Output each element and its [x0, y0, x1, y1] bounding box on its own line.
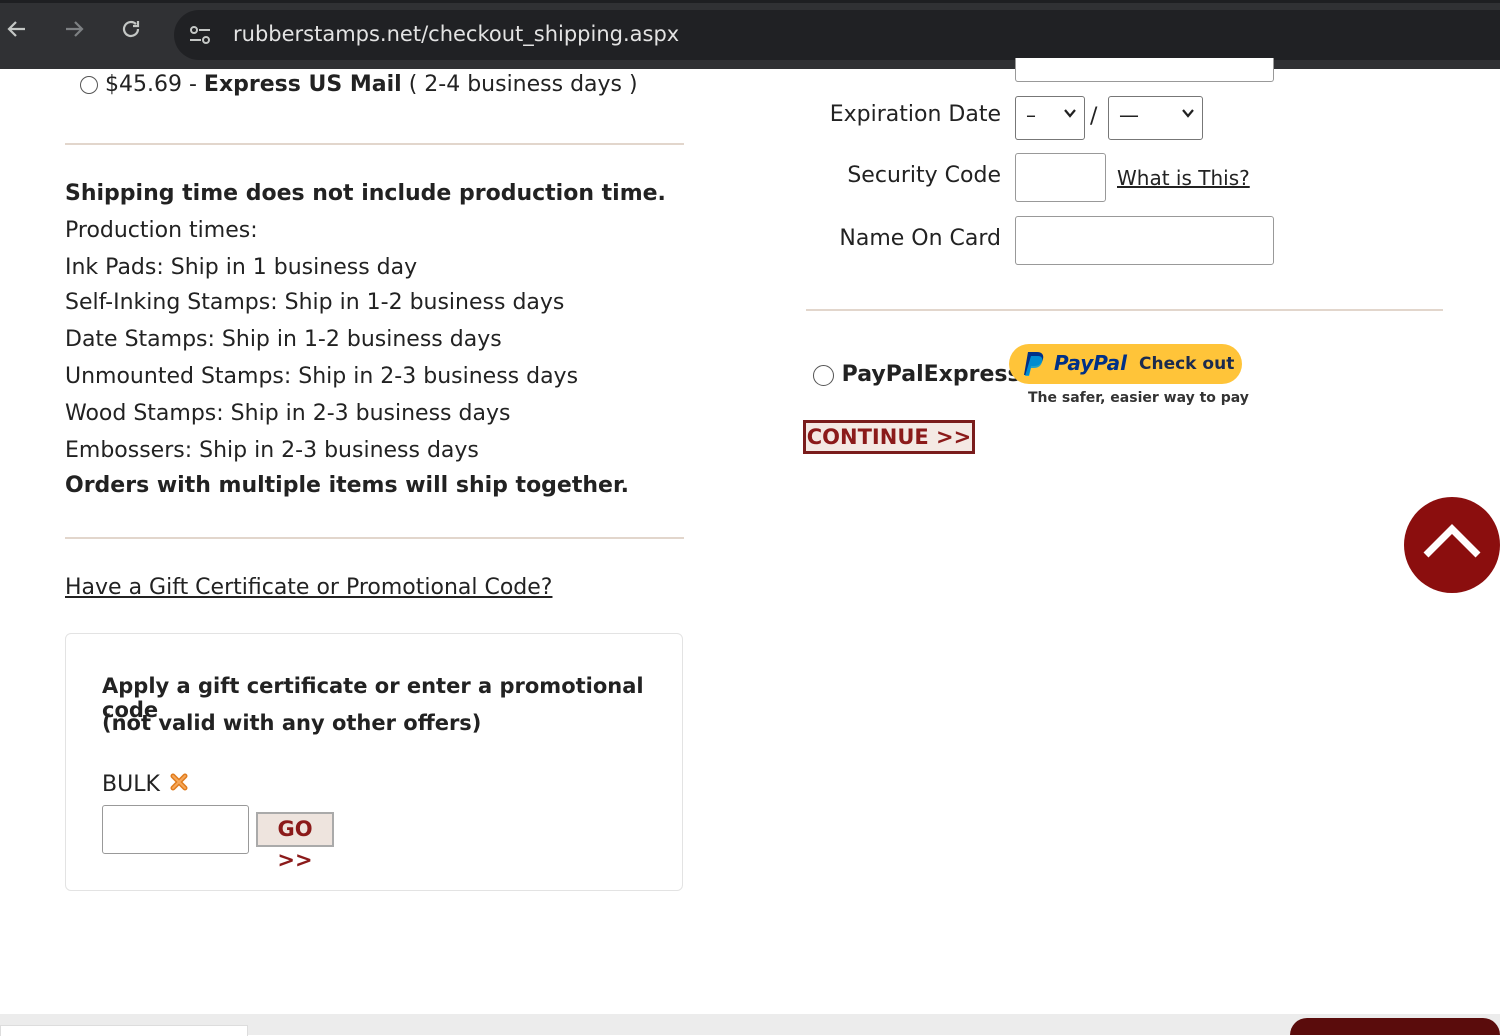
url-text: rubberstamps.net/checkout_shipping.aspx [233, 22, 680, 46]
remove-code-icon[interactable] [169, 772, 189, 798]
express-mail-radio[interactable] [80, 76, 98, 94]
continue-button[interactable]: CONTINUE >> [803, 420, 975, 454]
production-time-item: Embossers: Ship in 2-3 business days [65, 438, 479, 463]
paypal-option[interactable]: PayPalExpress [813, 362, 1021, 387]
what-is-this-link[interactable]: What is This? [1117, 166, 1250, 190]
shipping-notice: Shipping time does not include productio… [65, 181, 666, 206]
security-code-label: Security Code [847, 163, 1001, 188]
express-price: $45.69 [105, 72, 182, 97]
paypal-logo-icon [1023, 351, 1045, 381]
apply-promo-button[interactable]: GO >> [256, 812, 334, 872]
chevron-down-icon [1064, 109, 1076, 118]
production-time-item: Wood Stamps: Ship in 2-3 business days [65, 401, 511, 426]
name-on-card-label: Name On Card [839, 226, 1001, 251]
name-on-card-input[interactable] [1015, 216, 1274, 265]
production-time-item: Self-Inking Stamps: Ship in 1-2 business… [65, 290, 565, 315]
production-time-item: Ink Pads: Ship in 1 business day [65, 255, 418, 280]
security-code-input[interactable] [1015, 153, 1106, 202]
date-separator: / [1090, 104, 1098, 129]
applied-promo-code: BULK [102, 772, 189, 798]
paypal-tagline: The safer, easier way to pay [1028, 390, 1249, 406]
promo-code-link[interactable]: Have a Gift Certificate or Promotional C… [65, 575, 552, 600]
promo-code-panel: Apply a gift certificate or enter a prom… [65, 633, 683, 891]
paypal-radio[interactable] [813, 364, 834, 386]
reload-icon[interactable] [116, 17, 146, 47]
multiple-items-note: Orders with multiple items will ship tog… [65, 473, 630, 498]
back-arrow-icon[interactable] [2, 17, 32, 47]
expiration-year-select[interactable]: — [1108, 96, 1203, 140]
promo-code-input[interactable] [102, 805, 249, 854]
production-time-item: Unmounted Stamps: Ship in 2-3 business d… [65, 364, 579, 389]
scroll-to-top-button[interactable] [1404, 497, 1500, 593]
promo-instructions-note: (not valid with any other offers) [102, 711, 482, 735]
expiration-label: Expiration Date [829, 102, 1001, 127]
bottom-panel-edge [0, 1025, 248, 1036]
browser-toolbar: rubberstamps.net/checkout_shipping.aspx [0, 0, 1500, 69]
express-shipping-option[interactable]: $45.69 - Express US Mail ( 2-4 business … [80, 72, 638, 97]
chevron-up-icon [1423, 524, 1481, 558]
express-method: Express US Mail [203, 72, 402, 97]
chat-widget-edge[interactable] [1290, 1018, 1500, 1035]
expiration-month-select[interactable]: – [1015, 96, 1085, 140]
express-days: ( 2-4 business days ) [401, 72, 638, 97]
divider [65, 143, 684, 145]
production-time-item: Date Stamps: Ship in 1-2 business days [65, 327, 502, 352]
divider [65, 537, 684, 539]
divider [806, 309, 1443, 311]
production-header: Production times: [65, 218, 258, 243]
paypal-brand-text: PayPal [1054, 351, 1128, 375]
address-bar[interactable]: rubberstamps.net/checkout_shipping.aspx [174, 10, 1500, 60]
site-info-icon[interactable] [188, 25, 212, 45]
forward-arrow-icon[interactable] [59, 17, 89, 47]
chevron-down-icon [1182, 109, 1194, 118]
paypal-checkout-button[interactable]: PayPal Check out [1009, 344, 1242, 384]
paypal-checkout-text: Check out [1139, 354, 1235, 374]
card-number-input[interactable] [1015, 58, 1274, 82]
paypal-option-label: PayPalExpress [841, 362, 1021, 387]
